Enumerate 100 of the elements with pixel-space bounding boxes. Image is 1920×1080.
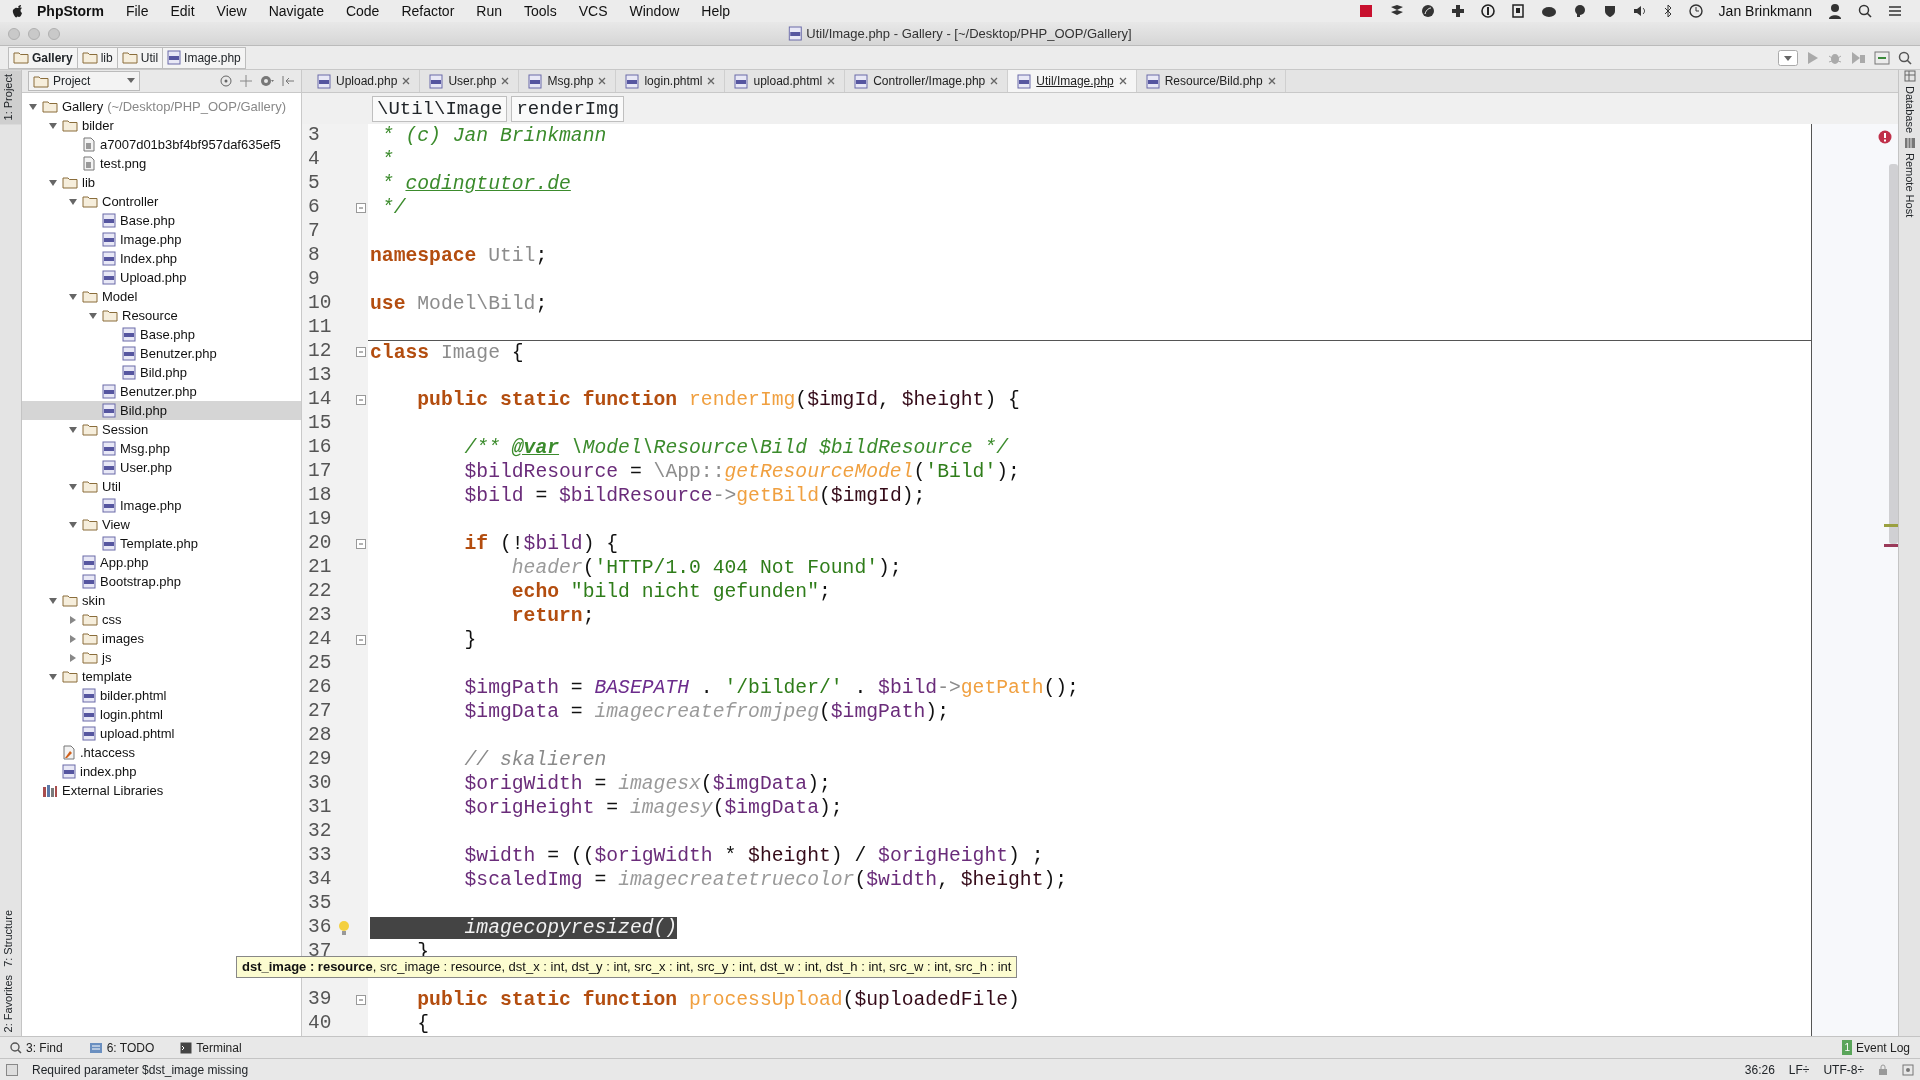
line-separator[interactable]: LF÷ xyxy=(1788,1060,1810,1079)
expand-arrow-icon[interactable] xyxy=(68,633,78,644)
collapse-arrow-icon[interactable] xyxy=(48,595,58,606)
collapse-arrow-icon[interactable] xyxy=(68,424,78,435)
collapse-arrow-icon[interactable] xyxy=(28,101,38,112)
editor-tab[interactable]: Controller/Image.php xyxy=(845,70,1009,92)
menu-item[interactable]: Navigate xyxy=(257,0,335,22)
editor-tab[interactable]: User.php xyxy=(420,70,520,92)
square-icon[interactable] xyxy=(1358,4,1373,18)
collapse-arrow-icon[interactable] xyxy=(68,196,78,207)
tool-window-button[interactable]: Terminal xyxy=(176,1038,246,1057)
tree-item[interactable]: Upload.php xyxy=(22,268,301,287)
editor-tab[interactable]: Upload.php xyxy=(308,70,421,92)
tool-window-tab[interactable]: Remote Host xyxy=(1901,149,1918,222)
error-marker[interactable] xyxy=(1884,544,1898,547)
tree-item[interactable]: bilder.phtml xyxy=(22,686,301,705)
close-icon[interactable] xyxy=(1118,77,1127,85)
tree-item[interactable]: Image.php xyxy=(22,230,301,249)
menu-item[interactable]: Code xyxy=(334,0,391,22)
menu-item[interactable]: Tools xyxy=(513,0,568,22)
fold-icon[interactable] xyxy=(356,395,366,405)
close-icon[interactable] xyxy=(1267,77,1276,85)
project-view-dropdown[interactable]: Project xyxy=(28,71,140,91)
tree-item[interactable]: Util xyxy=(22,477,301,496)
tree-item[interactable]: login.phtml xyxy=(22,705,301,724)
tree-item[interactable]: Bootstrap.php xyxy=(22,572,301,591)
event-log-button[interactable]: 1 Event Log xyxy=(1838,1038,1914,1057)
editor-tab[interactable]: Resource/Bild.php xyxy=(1136,70,1286,92)
tree-item[interactable]: Image.php xyxy=(22,496,301,515)
editor-tab[interactable]: Msg.php xyxy=(519,70,617,92)
menu-item[interactable]: Window xyxy=(618,0,691,22)
tool-window-tab[interactable]: 1: Project xyxy=(0,70,21,125)
tree-item[interactable]: Base.php xyxy=(22,325,301,344)
collapse-arrow-icon[interactable] xyxy=(68,519,78,530)
breadcrumb[interactable]: Gallery xyxy=(8,46,78,69)
tree-item[interactable]: Benutzer.php xyxy=(22,382,301,401)
tool-window-tab[interactable]: 2: Favorites xyxy=(0,970,21,1036)
tree-item[interactable]: Gallery (~/Desktop/PHP_OOP/Gallery) xyxy=(22,97,301,116)
tree-item[interactable]: User.php xyxy=(22,458,301,477)
lock-icon[interactable] xyxy=(1878,1063,1888,1076)
fold-icon[interactable] xyxy=(356,995,366,1005)
tree-item[interactable]: Session xyxy=(22,420,301,439)
tree-item[interactable]: lib xyxy=(22,173,301,192)
scrollbar[interactable] xyxy=(1889,164,1898,544)
tree-item[interactable]: test.png xyxy=(22,154,301,173)
tree-item[interactable]: Base.php xyxy=(22,211,301,230)
user-icon[interactable] xyxy=(1828,3,1842,19)
tree-item[interactable]: Benutzer.php xyxy=(22,344,301,363)
editor-tab[interactable]: upload.phtml xyxy=(725,70,846,92)
panel-toggle-icon[interactable] xyxy=(6,1063,18,1076)
tree-item[interactable]: Model xyxy=(22,287,301,306)
user-name[interactable]: Jan Brinkmann xyxy=(1718,0,1812,22)
menu-item[interactable]: Run xyxy=(465,0,513,22)
tree-item[interactable]: Template.php xyxy=(22,534,301,553)
editor-tab[interactable]: Util/Image.php xyxy=(1008,70,1137,92)
tree-item[interactable]: Bild.php xyxy=(22,401,301,420)
bluetooth-icon[interactable] xyxy=(1662,4,1673,18)
expand-arrow-icon[interactable] xyxy=(68,652,78,663)
cursor-position[interactable]: 36:26 xyxy=(1744,1060,1775,1079)
file-encoding[interactable]: UTF-8÷ xyxy=(1823,1060,1864,1079)
collapse-arrow-icon[interactable] xyxy=(48,120,58,131)
tree-item[interactable]: .htaccess xyxy=(22,743,301,762)
info-circle-icon[interactable] xyxy=(1480,4,1495,18)
close-icon[interactable] xyxy=(990,77,999,85)
lightbulb-icon[interactable] xyxy=(337,920,350,936)
fold-icon[interactable] xyxy=(356,347,366,357)
gear-icon[interactable] xyxy=(259,74,275,88)
tree-item[interactable]: View xyxy=(22,515,301,534)
close-icon[interactable] xyxy=(827,77,836,85)
close-icon[interactable] xyxy=(707,77,716,85)
fold-icon[interactable] xyxy=(356,203,366,213)
tree-item[interactable]: index.php xyxy=(22,762,301,781)
shield-icon[interactable] xyxy=(1602,4,1617,18)
page-icon[interactable] xyxy=(1510,4,1525,18)
breadcrumb[interactable]: lib xyxy=(77,46,118,69)
tree-item[interactable]: template xyxy=(22,667,301,686)
tree-item[interactable]: js xyxy=(22,648,301,667)
speaker-icon[interactable] xyxy=(1632,4,1647,18)
close-icon[interactable] xyxy=(402,77,411,85)
warning-marker[interactable] xyxy=(1884,524,1898,527)
inspector-icon[interactable] xyxy=(1902,1063,1914,1076)
hide-panel-icon[interactable] xyxy=(281,74,295,88)
app-name[interactable]: PhpStorm xyxy=(26,0,115,22)
menu-icon[interactable] xyxy=(1888,4,1902,18)
tree-item[interactable]: bilder xyxy=(22,116,301,135)
collapse-arrow-icon[interactable] xyxy=(68,481,78,492)
menu-item[interactable]: Help xyxy=(690,0,742,22)
close-icon[interactable] xyxy=(598,77,607,85)
tree-item[interactable]: Index.php xyxy=(22,249,301,268)
tree-item[interactable]: Resource xyxy=(22,306,301,325)
expand-arrow-icon[interactable] xyxy=(68,614,78,625)
code-breadcrumb[interactable]: renderImg xyxy=(511,95,625,122)
editor-tab[interactable]: login.phtml xyxy=(616,70,726,92)
tree-item[interactable]: Controller xyxy=(22,192,301,211)
collapse-arrow-icon[interactable] xyxy=(48,671,58,682)
tree-item[interactable]: App.php xyxy=(22,553,301,572)
tool-window-button[interactable]: 6: TODO xyxy=(84,1038,159,1057)
search-icon[interactable] xyxy=(1858,4,1872,18)
collapse-arrow-icon[interactable] xyxy=(88,310,98,321)
tool-window-button[interactable]: 3: Find xyxy=(6,1038,67,1057)
